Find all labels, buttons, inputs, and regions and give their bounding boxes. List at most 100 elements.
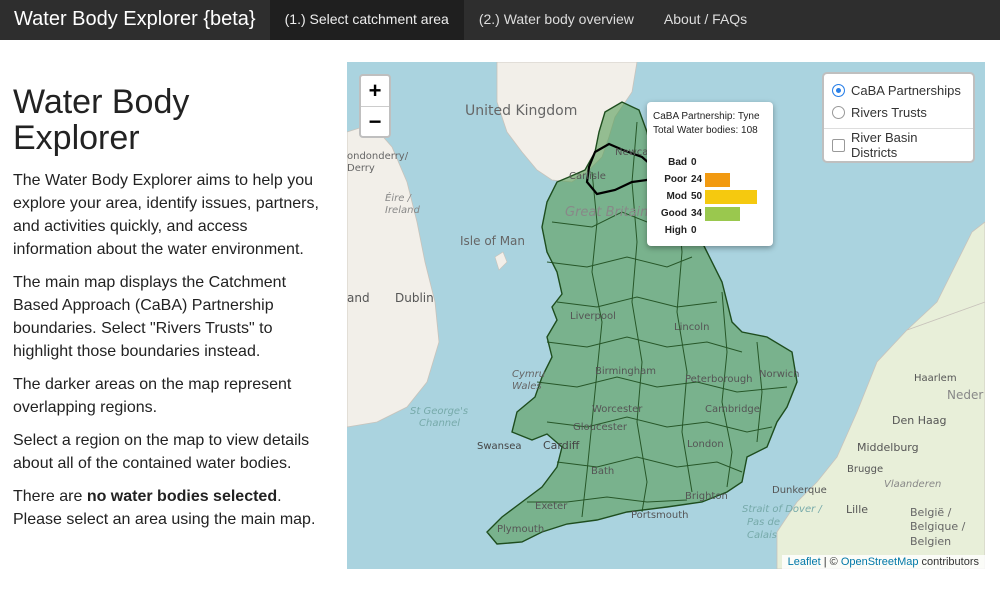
- zoom-in-button[interactable]: +: [361, 76, 389, 106]
- app-brand[interactable]: Water Body Explorer {beta}: [0, 0, 270, 40]
- popup-bar: [705, 206, 741, 221]
- leaflet-link[interactable]: Leaflet: [788, 556, 821, 568]
- label-gloucester: Gloucester: [573, 422, 628, 433]
- label-derry: Derry: [347, 163, 375, 174]
- popup-bar-row-poor: Poor 24: [653, 171, 767, 188]
- map-attribution: Leaflet | © OpenStreetMap contributors: [781, 555, 985, 569]
- popup-bar-label: Mod: [666, 191, 687, 202]
- label-peterborough: Peterborough: [685, 374, 753, 385]
- popup-partnership: CaBA Partnership: Tyne: [653, 111, 760, 122]
- label-denhaag: Den Haag: [892, 414, 946, 427]
- label-lincoln: Lincoln: [674, 322, 709, 333]
- attribution-sep: | ©: [820, 556, 841, 568]
- popup-bar: [705, 189, 757, 204]
- label-liverpool: Liverpool: [570, 311, 616, 322]
- popup-bar-row-bad: Bad 0: [653, 154, 767, 171]
- tab-about-faqs[interactable]: About / FAQs: [649, 0, 762, 40]
- label-londonderry: ondonderry/: [347, 151, 409, 162]
- layer-option-river-basin[interactable]: River Basin Districts: [832, 130, 965, 160]
- zoom-control: + −: [359, 74, 391, 138]
- label-neder: Neder: [947, 388, 983, 402]
- layer-divider: [824, 128, 973, 129]
- isle-of-man: [494, 251, 508, 271]
- layer-control: CaBA Partnerships Rivers Trusts River Ba…: [822, 72, 975, 163]
- label-iom: Isle of Man: [460, 234, 525, 248]
- label-belgien: Belgien: [910, 535, 951, 548]
- layer-option-caba[interactable]: CaBA Partnerships: [832, 79, 965, 101]
- selection-status-text: There are: [13, 488, 87, 505]
- label-vlaanderen: Vlaanderen: [884, 479, 941, 490]
- label-lille: Lille: [846, 503, 868, 516]
- label-exeter: Exeter: [535, 501, 568, 512]
- main-map[interactable]: United Kingdom Great Britain Isle of Man…: [347, 62, 985, 569]
- select-region-paragraph: Select a region on the map to view detai…: [13, 432, 310, 472]
- label-stgeorge: St George's: [410, 406, 468, 417]
- label-uk: United Kingdom: [465, 103, 577, 119]
- popup-bar-label: Bad: [668, 157, 687, 168]
- label-worcester: Worcester: [592, 404, 643, 415]
- label-middelburg: Middelburg: [857, 441, 919, 454]
- popup-bar: [705, 172, 730, 187]
- label-channel: Channel: [419, 418, 460, 429]
- label-belgique: Belgique /: [910, 520, 966, 533]
- tab-select-catchment[interactable]: (1.) Select catchment area: [269, 0, 464, 40]
- label-gb: Great Britain: [565, 205, 648, 220]
- popup-bar-row-mod: Mod 50: [653, 188, 767, 205]
- caba-radio[interactable]: [832, 83, 845, 97]
- river-basin-label: River Basin Districts: [851, 130, 918, 160]
- popup-bar-row-good: Good 34: [653, 205, 767, 222]
- label-belgie: België /: [910, 506, 952, 519]
- selection-status-bold: no water bodies selected: [86, 488, 278, 505]
- osm-link[interactable]: OpenStreetMap: [841, 556, 919, 568]
- label-portsmouth: Portsmouth: [631, 510, 689, 521]
- river-basin-checkbox[interactable]: [832, 138, 845, 152]
- label-brugge: Brugge: [847, 464, 883, 475]
- label-birmingham: Birmingham: [595, 366, 656, 377]
- label-london: London: [687, 439, 724, 450]
- zoom-out-button[interactable]: −: [361, 106, 389, 136]
- caba-label: CaBA Partnerships: [851, 82, 961, 98]
- label-cambridge: Cambridge: [705, 404, 760, 415]
- popup-bar-value: 34: [691, 208, 703, 219]
- label-eire: Éire /: [385, 191, 413, 204]
- layer-option-rivers-trusts[interactable]: Rivers Trusts: [832, 101, 965, 123]
- popup-bar-label: Poor: [664, 174, 687, 185]
- label-ireland: Ireland: [385, 205, 420, 216]
- label-dunkerque: Dunkerque: [772, 485, 827, 496]
- label-carlisle: Carlisle: [569, 171, 606, 182]
- popup-bar-label: High: [664, 225, 687, 236]
- overlap-note-paragraph: The darker areas on the map represent ov…: [13, 376, 292, 416]
- popup-bar-chart: Bad 0 Poor 24 Mod 50 Good 34 High 0: [653, 154, 767, 239]
- attribution-contrib: contributors: [918, 556, 979, 568]
- popup-bar-row-high: High 0: [653, 222, 767, 239]
- label-norwich: Norwich: [759, 369, 800, 380]
- label-calais: Calais: [747, 530, 777, 541]
- label-dublin: Dublin: [395, 291, 434, 305]
- partnership-popup: CaBA Partnership: Tyne Total Water bodie…: [647, 102, 773, 246]
- label-haarlem: Haarlem: [914, 373, 957, 384]
- selection-status-paragraph: There are no water bodies selected. Plea…: [13, 485, 323, 531]
- popup-bar-value: 24: [691, 174, 703, 185]
- page-title: Water Body Explorer: [13, 83, 190, 157]
- label-swansea: Swansea: [477, 441, 521, 452]
- popup-bar-label: Good: [660, 208, 687, 219]
- rivers-trusts-label: Rivers Trusts: [851, 104, 927, 120]
- label-brighton: Brighton: [685, 491, 728, 502]
- label-cymru: Cymru: [512, 369, 545, 380]
- label-cardiff: Cardiff: [543, 439, 580, 452]
- popup-total: Total Water bodies: 108: [653, 125, 758, 136]
- label-pasde: Pas de: [747, 517, 780, 528]
- label-land: and: [347, 291, 370, 305]
- popup-bar-value: 50: [691, 191, 703, 202]
- popup-bar-value: 0: [691, 225, 697, 236]
- tab-water-body-overview[interactable]: (2.) Water body overview: [464, 0, 649, 40]
- top-navbar: Water Body Explorer {beta} (1.) Select c…: [0, 0, 1000, 40]
- rivers-trusts-radio[interactable]: [832, 105, 845, 119]
- intro-paragraph: The Water Body Explorer aims to help you…: [13, 172, 319, 258]
- sidebar: Water Body Explorer The Water Body Explo…: [13, 84, 323, 541]
- label-bath: Bath: [591, 466, 614, 477]
- label-wales: Wales: [512, 381, 542, 392]
- label-dover: Strait of Dover /: [742, 504, 823, 515]
- label-plymouth: Plymouth: [497, 524, 544, 535]
- map-description-paragraph: The main map displays the Catchment Base…: [13, 274, 287, 360]
